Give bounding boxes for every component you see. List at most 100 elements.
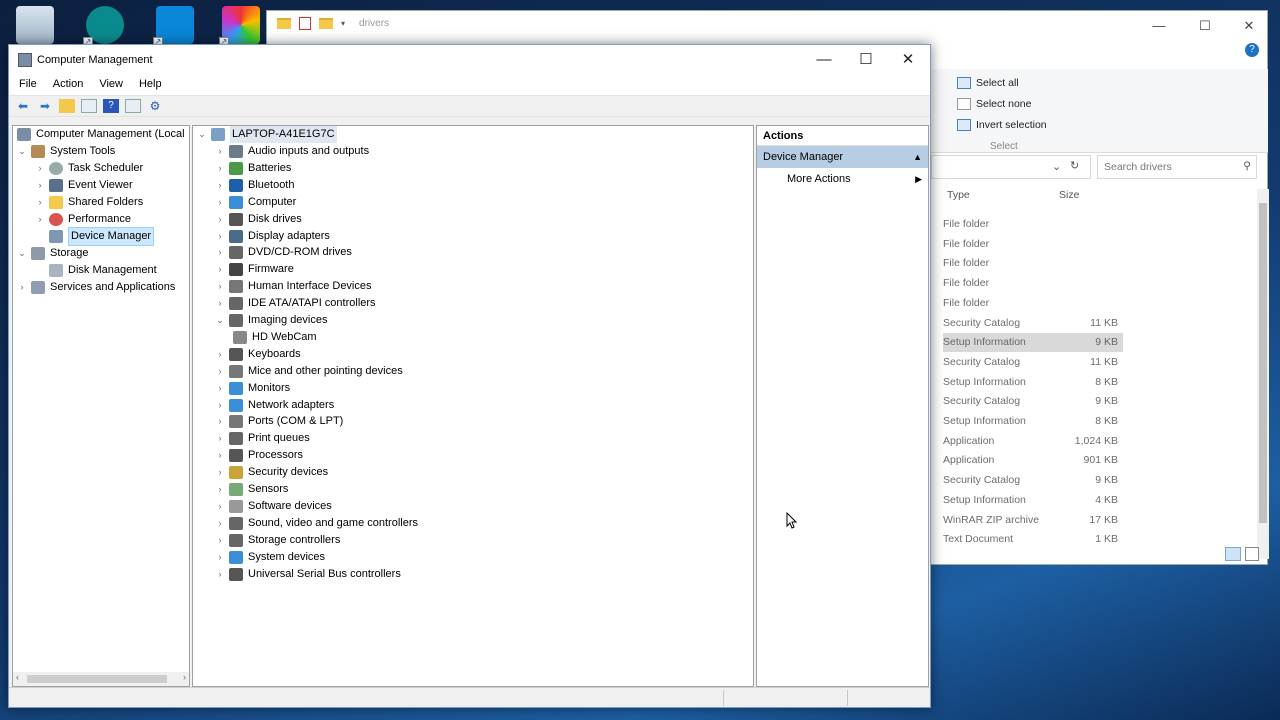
tree-services[interactable]: › Services and Applications — [17, 279, 175, 296]
device-dvd-cd-rom-drives[interactable]: › DVD/CD-ROM drives — [215, 244, 352, 261]
actions-section-device-manager[interactable]: Device Manager ▲ — [757, 146, 928, 168]
chevron-down-icon[interactable]: ▾ — [341, 19, 345, 28]
chevron-right-icon[interactable]: › — [35, 177, 45, 194]
menu-action[interactable]: Action — [45, 75, 92, 95]
up-folder-icon[interactable] — [59, 99, 75, 113]
file-row[interactable]: Security Catalog 9 KB — [943, 471, 1123, 490]
file-row[interactable]: Setup Information 4 KB — [943, 491, 1123, 510]
device-human-interface-devices[interactable]: › Human Interface Devices — [215, 278, 372, 295]
menu-file[interactable]: File — [11, 75, 45, 95]
cm-titlebar[interactable]: Computer Management — ☐ ✕ — [9, 45, 930, 75]
computer-management-window[interactable]: Computer Management — ☐ ✕ File Action Vi… — [8, 44, 931, 708]
help-icon[interactable]: ? — [1245, 43, 1259, 57]
file-row[interactable]: File folder — [943, 274, 1123, 293]
scrollbar-thumb[interactable] — [27, 675, 167, 683]
tree-storage[interactable]: ⌄ Storage — [17, 245, 89, 262]
tree-root[interactable]: Computer Management (Local — [17, 126, 185, 143]
device-sensors[interactable]: › Sensors — [215, 481, 288, 498]
file-row[interactable]: File folder — [943, 235, 1123, 254]
scroll-right-icon[interactable]: › — [183, 672, 186, 682]
chevron-right-icon[interactable]: › — [215, 194, 225, 211]
chevron-right-icon[interactable]: › — [35, 194, 45, 211]
chevron-right-icon[interactable]: › — [17, 279, 27, 296]
close-button[interactable]: ✕ — [1229, 13, 1269, 39]
device-hd-webcam[interactable]: HD WebCam — [233, 329, 317, 346]
chevron-right-icon[interactable]: › — [215, 160, 225, 177]
device-audio-inputs-and-outputs[interactable]: › Audio inputs and outputs — [215, 143, 369, 160]
file-row[interactable]: Setup Information 8 KB — [943, 412, 1123, 431]
menu-view[interactable]: View — [91, 75, 131, 95]
device-processors[interactable]: › Processors — [215, 447, 303, 464]
chevron-right-icon[interactable]: › — [215, 346, 225, 363]
large-icons-view-icon[interactable] — [1245, 547, 1259, 561]
more-actions-item[interactable]: More Actions ▶ — [757, 168, 928, 190]
chevron-right-icon[interactable]: › — [215, 447, 225, 464]
chevron-right-icon[interactable]: › — [215, 380, 225, 397]
chevron-right-icon[interactable]: › — [215, 177, 225, 194]
tree-event-viewer[interactable]: › Event Viewer — [35, 177, 133, 194]
chevron-right-icon[interactable]: › — [215, 498, 225, 515]
chevron-down-icon[interactable]: ⌄ — [17, 143, 27, 160]
device-security-devices[interactable]: › Security devices — [215, 464, 328, 481]
tree-disk-management[interactable]: Disk Management — [49, 262, 157, 279]
search-input[interactable]: Search drivers ⚲ — [1097, 155, 1257, 179]
file-row[interactable]: Security Catalog 9 KB — [943, 392, 1123, 411]
app-icon[interactable]: ↗ — [153, 6, 194, 47]
chevron-right-icon[interactable]: › — [215, 244, 225, 261]
column-header-size[interactable]: Size — [1059, 189, 1079, 201]
chevron-right-icon[interactable]: › — [215, 464, 225, 481]
file-row[interactable]: File folder — [943, 254, 1123, 273]
device-storage-controllers[interactable]: › Storage controllers — [215, 532, 340, 549]
device-disk-drives[interactable]: › Disk drives — [215, 211, 302, 228]
device-print-queues[interactable]: › Print queues — [215, 430, 310, 447]
vertical-scrollbar[interactable] — [1257, 189, 1269, 559]
color-app-icon[interactable]: ↗ — [219, 6, 260, 47]
maximize-button[interactable]: ☐ — [843, 45, 889, 75]
chevron-right-icon[interactable]: › — [215, 515, 225, 532]
file-row[interactable]: File folder — [943, 215, 1123, 234]
folder-icon[interactable] — [277, 18, 291, 29]
chevron-right-icon[interactable]: › — [215, 295, 225, 312]
tree-performance[interactable]: › Performance — [35, 211, 131, 228]
device-imaging-devices[interactable]: ⌄ Imaging devices — [215, 312, 328, 329]
show-hide-tree-icon[interactable] — [81, 99, 97, 113]
device-keyboards[interactable]: › Keyboards — [215, 346, 301, 363]
file-row[interactable]: Security Catalog 11 KB — [943, 314, 1123, 333]
chevron-right-icon[interactable]: › — [215, 397, 225, 414]
chevron-right-icon[interactable]: › — [215, 532, 225, 549]
chevron-right-icon[interactable]: › — [35, 211, 45, 228]
properties-icon[interactable] — [125, 99, 141, 113]
file-row[interactable]: Application 1,024 KB — [943, 432, 1123, 451]
chevron-right-icon[interactable]: › — [35, 160, 45, 177]
tree-shared-folders[interactable]: › Shared Folders — [35, 194, 143, 211]
chevron-right-icon[interactable]: › — [215, 278, 225, 295]
file-row[interactable]: Security Catalog 11 KB — [943, 353, 1123, 372]
chevron-right-icon[interactable]: › — [215, 566, 225, 583]
scrollbar-thumb[interactable] — [1259, 203, 1267, 523]
file-row[interactable]: File folder — [943, 294, 1123, 313]
device-batteries[interactable]: › Batteries — [215, 160, 291, 177]
details-view-icon[interactable] — [1225, 547, 1241, 561]
forward-icon[interactable]: ➡ — [37, 99, 53, 113]
collapse-icon[interactable]: ▲ — [913, 146, 922, 168]
back-icon[interactable]: ⬅ — [15, 99, 31, 113]
invert-selection-button[interactable]: Invert selection — [957, 119, 1047, 131]
menu-help[interactable]: Help — [131, 75, 170, 95]
device-sound-video-and-game-controllers[interactable]: › Sound, video and game controllers — [215, 515, 418, 532]
device-ide-ata-atapi-controllers[interactable]: › IDE ATA/ATAPI controllers — [215, 295, 376, 312]
file-row[interactable]: WinRAR ZIP archive 17 KB — [943, 511, 1123, 530]
tree-task-scheduler[interactable]: › Task Scheduler — [35, 160, 143, 177]
chevron-right-icon[interactable]: › — [215, 413, 225, 430]
chevron-right-icon[interactable]: › — [215, 143, 225, 160]
new-folder-icon[interactable] — [319, 18, 333, 29]
chevron-right-icon[interactable]: › — [215, 228, 225, 245]
device-network-adapters[interactable]: › Network adapters — [215, 397, 334, 414]
device-computer[interactable]: › Computer — [215, 194, 296, 211]
select-none-button[interactable]: Select none — [957, 98, 1031, 110]
scroll-left-icon[interactable]: ‹ — [16, 672, 19, 682]
file-row[interactable]: Setup Information 8 KB — [943, 373, 1123, 392]
device-monitors[interactable]: › Monitors — [215, 380, 290, 397]
recycle-bin-icon[interactable] — [16, 6, 54, 44]
chevron-right-icon[interactable]: › — [215, 363, 225, 380]
device-tree-root[interactable]: ⌄ LAPTOP-A41E1G7C — [197, 126, 337, 143]
